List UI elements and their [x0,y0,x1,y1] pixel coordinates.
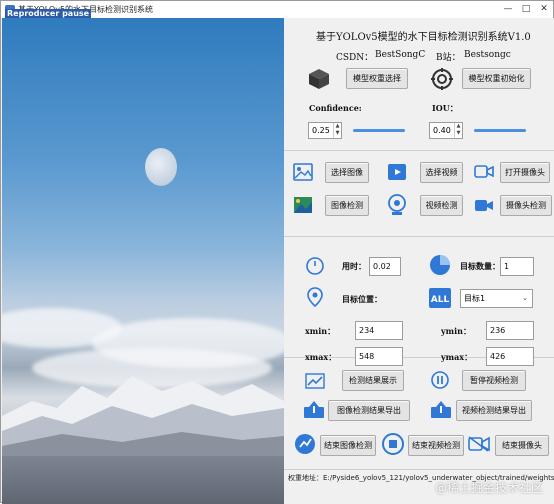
video-file-icon [388,164,406,180]
camera-detect-button[interactable]: 摄像头检测 [500,195,552,216]
select-video-button[interactable]: 选择视频 [420,162,463,183]
count-label: 目标数量： [460,261,500,271]
video-camera-icon [475,200,493,211]
foreground [2,456,284,504]
cube-icon [309,69,329,89]
export-image-button[interactable]: 图像检测结果导出 [328,400,410,421]
time-label: 用时： [342,261,366,271]
webcam-icon [388,194,406,215]
ymin-label: ymin： [441,326,471,336]
image-detect-button[interactable]: 图像检测 [325,195,369,216]
open-camera-button[interactable]: 打开摄像头 [500,162,550,183]
chevron-down-icon[interactable]: ⌄ [522,294,528,302]
pause-icon [431,371,449,389]
select-image-button[interactable]: 选择图像 [325,162,369,183]
iou-slider[interactable] [474,129,526,132]
export-video-button[interactable]: 视频检测结果导出 [456,400,532,421]
iou-spinbox[interactable]: 0.40 ▲ ▼ [429,122,463,139]
close-icon[interactable]: ✕ [535,1,553,18]
export-icon [304,401,324,418]
bili-label: B站： [436,53,461,63]
end-image-button[interactable]: 结束图像检测 [320,435,376,456]
confidence-spinbox[interactable]: 0.25 ▲ ▼ [308,122,342,139]
spin-arrows-icon[interactable]: ▲ ▼ [333,123,341,138]
select-weights-button[interactable]: 模型权重选择 [346,68,408,89]
title-bar: 基于YOLOv5的水下目标检测识别系统 Reproducer pause — □… [1,1,553,18]
minimize-icon[interactable]: — [499,1,517,18]
ymin-field: 236 [486,321,534,340]
camera-off-icon [468,436,490,452]
export-video-icon [431,401,451,418]
image-icon [293,163,313,181]
location-pin-icon [307,287,323,307]
actions-section: 检测结果展示 暂停视频检测 图像检测结果导出 视频检测结果导出 结束图像检测 结… [284,358,554,470]
app-window: 基于YOLOv5的水下目标检测识别系统 Reproducer pause — □… [0,0,554,504]
target-icon [431,68,453,90]
moon [145,148,177,186]
pie-chart-icon [430,255,450,275]
detection-image-view [2,18,284,504]
media-section: 选择图像 选择视频 打开摄像头 图像检测 视频检测 摄像头检测 [284,151,554,237]
mountain-range [2,376,284,456]
model-section: 基于YOLOv5模型的水下目标检测识别系统V1.0 CSDN： BestSong… [284,18,554,151]
xmin-label: xmin： [305,326,336,336]
spin-arrows-icon[interactable]: ▲ ▼ [454,123,462,138]
show-result-button[interactable]: 检测结果展示 [342,370,404,391]
watermark: @稀土掘金技术社区 [434,481,543,495]
camera-icon [474,165,494,178]
control-panel: 基于YOLOv5模型的水下目标检测识别系统V1.0 CSDN： BestSong… [284,18,554,504]
results-section: 用时： 0.02 目标数量： 1 目标位置： ALL 目标1 ⌄ xmin： 2… [284,237,554,366]
csdn-label: CSDN： [336,53,374,63]
pause-video-button[interactable]: 暂停视频检测 [462,370,526,391]
all-targets-icon: ALL [429,288,451,308]
clock-icon [306,257,324,275]
video-detect-button[interactable]: 视频检测 [420,195,463,216]
stop-icon [382,433,404,455]
svg-text:ALL: ALL [431,295,450,305]
target-select[interactable]: 目标1 ⌄ [460,289,533,308]
end-camera-button[interactable]: 结束摄像头 [495,435,549,456]
position-label: 目标位置： [342,294,382,304]
confidence-label: Confidence: [309,103,362,113]
end-video-button[interactable]: 结束视频检测 [408,435,464,456]
line-chart-icon [305,373,325,389]
count-field: 1 [500,257,534,276]
page-title: 基于YOLOv5模型的水下目标检测识别系统V1.0 [316,32,531,43]
init-weights-button[interactable]: 模型权重初始化 [462,68,531,89]
image-detect-icon [294,197,312,213]
maximize-icon[interactable]: □ [517,1,535,18]
confidence-slider[interactable] [353,129,405,132]
recorder-badge: Reproducer pause [5,9,92,18]
csdn-value: BestSongC [375,50,426,60]
end-image-icon [295,434,315,454]
xmin-field: 234 [355,321,403,340]
iou-label: IOU： [432,103,458,113]
time-field: 0.02 [369,257,401,276]
bili-value: Bestsongc [464,50,511,60]
